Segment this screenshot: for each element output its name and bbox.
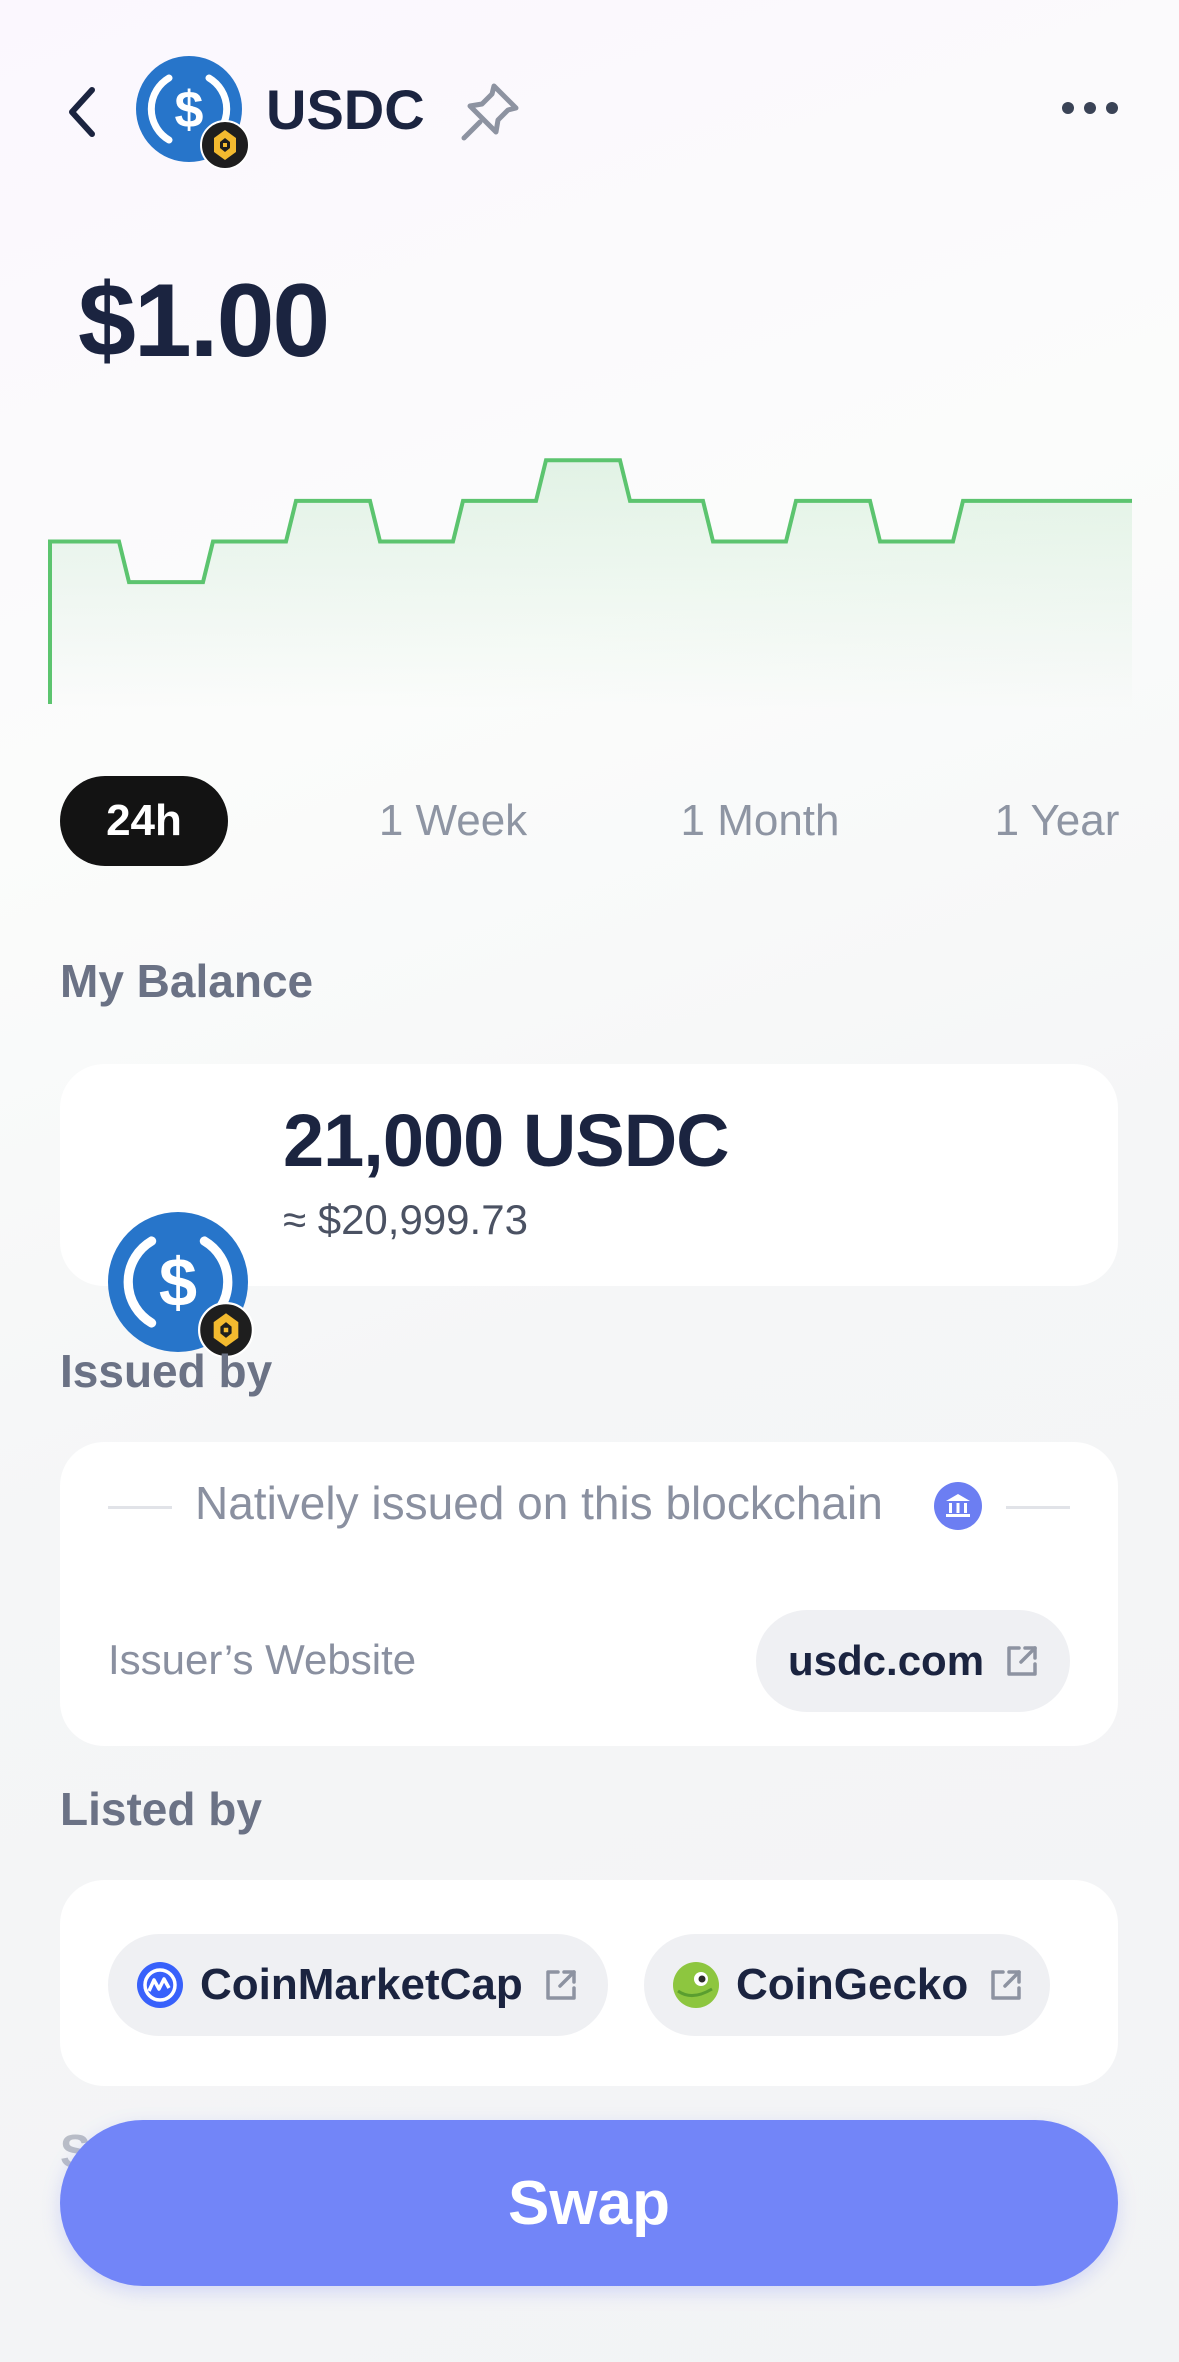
issuer-website-text: usdc.com: [788, 1637, 985, 1684]
price-chart[interactable]: [48, 440, 1132, 710]
chart-area-fill: [50, 460, 1132, 710]
pin-icon: [461, 83, 519, 141]
coinmarketcap-icon: [137, 1962, 183, 2008]
more-options-button[interactable]: [1050, 80, 1130, 136]
coinmarketcap-link[interactable]: CoinMarketCap: [108, 1934, 608, 2036]
range-tab-24h[interactable]: 24h: [60, 776, 228, 866]
divider: [1006, 1506, 1070, 1509]
more-horizontal-icon: [1062, 102, 1074, 114]
svg-text:$: $: [159, 1244, 197, 1321]
balance-heading: My Balance: [60, 955, 314, 1007]
swap-button[interactable]: Swap: [60, 2120, 1118, 2286]
range-tab-1-year[interactable]: 1 Year: [982, 776, 1132, 866]
native-issue-text: Natively issued on this blockchain: [195, 1477, 883, 1529]
pin-button[interactable]: [452, 74, 528, 150]
back-button[interactable]: [52, 72, 112, 152]
external-link-icon: [991, 1970, 1022, 2000]
coingecko-icon: [673, 1962, 719, 2008]
bnb-chain-badge-icon: [200, 120, 250, 170]
coinmarketcap-label: CoinMarketCap: [200, 1960, 523, 2009]
balance-fiat-value: ≈ $20,999.73: [283, 1196, 528, 1243]
issued-heading: Issued by: [60, 1345, 273, 1397]
balance-amount: 21,000 USDC: [283, 1099, 730, 1182]
divider: [108, 1506, 172, 1509]
external-link-icon: [1007, 1646, 1037, 1676]
token-title: USDC: [266, 78, 425, 141]
bank-icon: [934, 1482, 982, 1530]
usdc-token-logo: $: [136, 56, 250, 170]
coingecko-label: CoinGecko: [736, 1960, 969, 2009]
listed-heading: Listed by: [60, 1783, 262, 1835]
issuer-website-label: Issuer’s Website: [108, 1636, 417, 1683]
range-tab-1-week[interactable]: 1 Week: [358, 776, 548, 866]
range-tab-1-month[interactable]: 1 Month: [660, 776, 860, 866]
chevron-left-icon: [69, 87, 95, 137]
balance-token-logo: $: [108, 1212, 254, 1358]
token-price: $1.00: [78, 263, 330, 379]
coingecko-link[interactable]: CoinGecko: [644, 1934, 1050, 2036]
issuer-website-link[interactable]: usdc.com: [756, 1610, 1070, 1712]
external-link-icon: [545, 1970, 576, 2000]
